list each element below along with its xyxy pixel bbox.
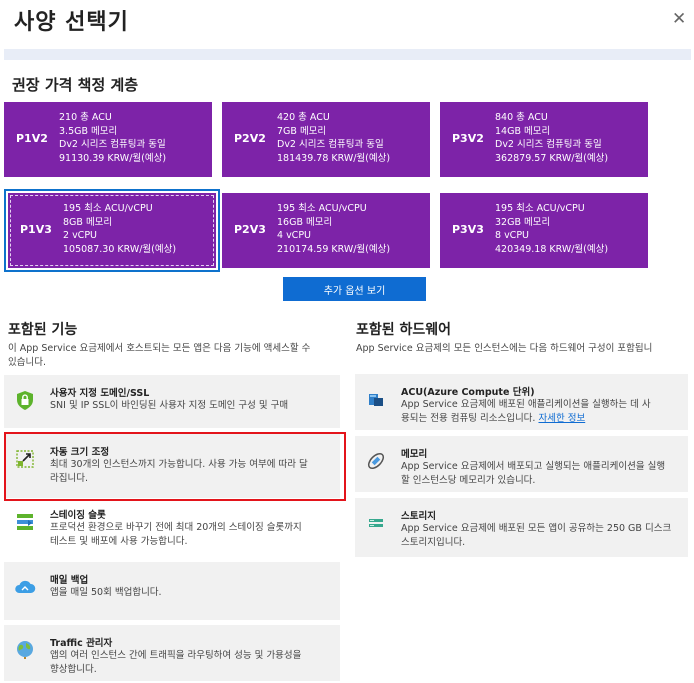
globe-icon	[17, 641, 33, 659]
feature-card-custom-domain: 사용자 지정 도메인/SSL SNI 및 IP SSL이 바인딩된 사용자 지정…	[4, 375, 340, 428]
compute-icon	[369, 394, 383, 406]
hardware-description: App Service 요금제에 배포된 애플리케이션을 실행하는 데 사 용되…	[401, 399, 651, 424]
tier-card-p2v2[interactable]: P2V2 420 총 ACU 7GB 메모리 Dv2 시리즈 컴퓨팅과 동일 1814…	[222, 102, 430, 177]
tier-card-p1v3[interactable]: P1V3 195 최소 ACU/vCPU 8GB 메모리 2 vCPU 105087.…	[8, 193, 216, 268]
hardware-title: ACU(Azure Compute 단위)	[401, 387, 535, 398]
see-more-options-button[interactable]: 추가 옵션 보기	[283, 277, 426, 301]
staging-slot-icon	[17, 514, 33, 530]
tier-card-p3v3[interactable]: P3V3 195 최소 ACU/vCPU 32GB 메모리 8 vCPU 420349…	[440, 193, 648, 268]
learn-more-link[interactable]: 자세한 정보	[538, 413, 585, 424]
dialog-title: 사양 선택기	[14, 10, 129, 35]
hardware-title: 스토리지	[401, 511, 436, 522]
feature-title: 매일 백업	[50, 575, 89, 586]
tier-code: P2V3	[234, 223, 266, 236]
tier-code: P1V3	[20, 223, 52, 236]
feature-description: 앱을 매일 50회 백업합니다.	[50, 587, 162, 598]
feature-card-daily-backup: 매일 백업 앱을 매일 50회 백업합니다.	[4, 562, 340, 620]
included-hardware-heading: 포함된 하드웨어	[356, 322, 452, 338]
included-hardware-description: App Service 요금제의 모든 인스턴스에는 다음 하드웨어 구성이 포…	[356, 343, 653, 354]
header-divider-strip	[4, 49, 691, 60]
autoscale-highlight-frame	[4, 432, 346, 501]
feature-title: 사용자 지정 도메인/SSL	[50, 388, 150, 399]
feature-card-traffic-manager: Traffic 관리자 앱의 여러 인스턴스 간에 트래픽을 라우팅하여 성능 …	[4, 625, 340, 681]
hardware-title: 메모리	[401, 449, 428, 460]
storage-icon	[369, 519, 383, 527]
feature-title: 스테이징 슬롯	[50, 510, 106, 521]
feature-description: 앱의 여러 인스턴스 간에 트래픽을 라우팅하여 성능 및 가용성을 향상합니다.	[50, 650, 302, 675]
feature-description: SNI 및 IP SSL이 바인딩된 사용자 지정 도메인 구성 및 구매	[50, 400, 289, 411]
hardware-card-storage: 스토리지 App Service 요금제에 배포된 모든 앱이 공유하는 250…	[355, 498, 688, 557]
tier-card-p1v2[interactable]: P1V2 210 총 ACU 3.5GB 메모리 Dv2 시리즈 컴퓨팅과 동일 91…	[4, 102, 212, 177]
hardware-card-acu: ACU(Azure Compute 단위) App Service 요금제에 배…	[355, 374, 688, 430]
tier-code: P3V3	[452, 223, 484, 236]
tier-code: P2V2	[234, 132, 266, 145]
tier-specs: 420 총 ACU 7GB 메모리 Dv2 시리즈 컴퓨팅과 동일 181439.78…	[277, 112, 391, 164]
recommended-tiers-heading: 권장 가격 책정 계층	[12, 76, 139, 94]
hardware-description: App Service 요금제에 배포된 모든 앱이 공유하는 250 GB 디…	[401, 523, 672, 548]
tier-code: P1V2	[16, 132, 48, 145]
tier-specs: 840 총 ACU 14GB 메모리 Dv2 시리즈 컴퓨팅과 동일 362879.5…	[495, 112, 609, 164]
feature-description: 프로덕션 환경으로 바꾸기 전에 최대 20개의 스테이징 슬롯까지 테스트 및 …	[50, 522, 302, 547]
tier-code: P3V2	[452, 132, 484, 145]
hardware-card-memory: 메모리 App Service 요금제에서 배포되고 실행되는 애플리케이션을 …	[355, 436, 688, 492]
hardware-description: App Service 요금제에서 배포되고 실행되는 애플리케이션을 실행 할 …	[401, 461, 666, 486]
cloud-backup-icon	[15, 580, 36, 593]
close-icon[interactable]: ✕	[672, 9, 686, 29]
tier-specs: 210 총 ACU 3.5GB 메모리 Dv2 시리즈 컴퓨팅과 동일 91130.3…	[59, 112, 167, 164]
included-features-description: 이 App Service 요금제에서 호스트되는 모든 앱은 다음 기능에 액…	[8, 343, 311, 368]
memory-icon	[367, 452, 385, 470]
feature-card-staging-slots: 스테이징 슬롯 프로덕션 환경으로 바꾸기 전에 최대 20개의 스테이징 슬롯…	[4, 503, 340, 555]
lock-icon	[17, 391, 33, 410]
included-features-heading: 포함된 기능	[8, 322, 78, 338]
feature-title: Traffic 관리자	[50, 638, 113, 649]
tier-card-p2v3[interactable]: P2V3 195 최소 ACU/vCPU 16GB 메모리 4 vCPU 210174…	[222, 193, 430, 268]
tier-card-p3v2[interactable]: P3V2 840 총 ACU 14GB 메모리 Dv2 시리즈 컴퓨팅과 동일 362…	[440, 102, 648, 177]
tier-specs: 195 최소 ACU/vCPU 8GB 메모리 2 vCPU 105087.30 KR…	[63, 203, 177, 255]
tier-specs: 195 최소 ACU/vCPU 32GB 메모리 8 vCPU 420349.18 K…	[495, 203, 609, 255]
tier-specs: 195 최소 ACU/vCPU 16GB 메모리 4 vCPU 210174.59 K…	[277, 203, 391, 255]
